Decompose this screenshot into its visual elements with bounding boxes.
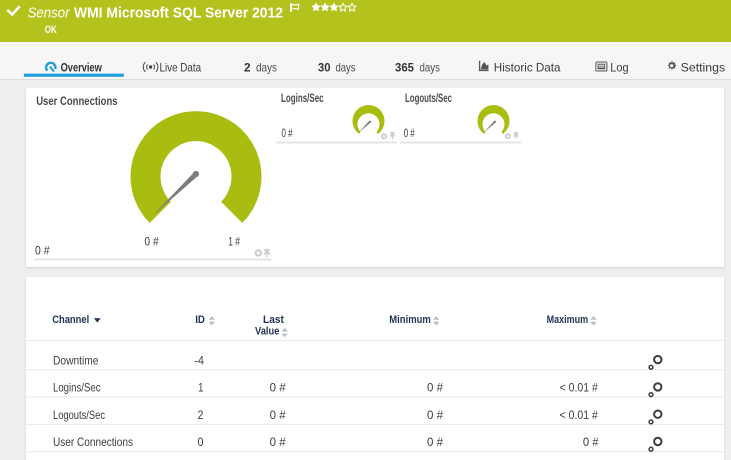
svg-text:0 #: 0 # <box>270 435 286 449</box>
svg-text:Logins/Sec: Logins/Sec <box>281 91 324 105</box>
svg-text:-4: -4 <box>195 353 205 367</box>
svg-text:2: 2 <box>244 61 251 75</box>
svg-text:User Connections: User Connections <box>36 94 118 108</box>
svg-text:< 0.01 #: < 0.01 # <box>560 381 598 395</box>
svg-text:2: 2 <box>198 408 204 422</box>
svg-text:Maximum: Maximum <box>547 314 589 326</box>
svg-text:Logouts/Sec: Logouts/Sec <box>405 91 452 105</box>
svg-text:User Connections: User Connections <box>53 435 133 449</box>
svg-text:Overview: Overview <box>61 61 103 75</box>
svg-text:days: days <box>420 61 441 75</box>
svg-text:Historic Data: Historic Data <box>494 61 561 75</box>
svg-text:1 #: 1 # <box>228 235 240 249</box>
svg-text:Downtime: Downtime <box>53 353 99 367</box>
svg-text:365: 365 <box>395 61 414 75</box>
svg-text:Logins/Sec: Logins/Sec <box>53 381 101 395</box>
svg-text:0: 0 <box>198 435 204 449</box>
svg-text:Logouts/Sec: Logouts/Sec <box>53 408 105 422</box>
svg-text:Value: Value <box>255 326 279 338</box>
svg-text:Settings: Settings <box>681 61 725 75</box>
svg-text:days: days <box>336 61 356 75</box>
svg-text:0 #: 0 # <box>427 408 443 422</box>
svg-text:< 0.01 #: < 0.01 # <box>560 408 598 422</box>
svg-text:ID: ID <box>195 314 205 326</box>
svg-text:0 #: 0 # <box>427 435 443 449</box>
svg-text:0 #: 0 # <box>282 126 293 140</box>
svg-text:30: 30 <box>318 61 331 75</box>
svg-text:WMI Microsoft SQL Server 2012: WMI Microsoft SQL Server 2012 <box>74 4 283 21</box>
svg-text:1: 1 <box>198 381 204 395</box>
svg-text:0 #: 0 # <box>35 243 50 257</box>
svg-text:Last: Last <box>263 314 284 326</box>
svg-text:0 #: 0 # <box>270 381 286 395</box>
svg-text:Minimum: Minimum <box>389 314 431 326</box>
svg-text:Log: Log <box>610 61 628 75</box>
svg-text:Live Data: Live Data <box>160 61 202 75</box>
svg-text:Sensor: Sensor <box>28 4 71 21</box>
svg-text:OK: OK <box>45 24 57 36</box>
svg-text:Channel: Channel <box>52 314 89 326</box>
svg-text:0 #: 0 # <box>144 235 159 249</box>
svg-text:days: days <box>256 61 277 75</box>
svg-text:0 #: 0 # <box>583 435 599 449</box>
svg-text:0 #: 0 # <box>427 381 443 395</box>
svg-text:0 #: 0 # <box>270 408 286 422</box>
svg-text:0 #: 0 # <box>404 126 415 140</box>
